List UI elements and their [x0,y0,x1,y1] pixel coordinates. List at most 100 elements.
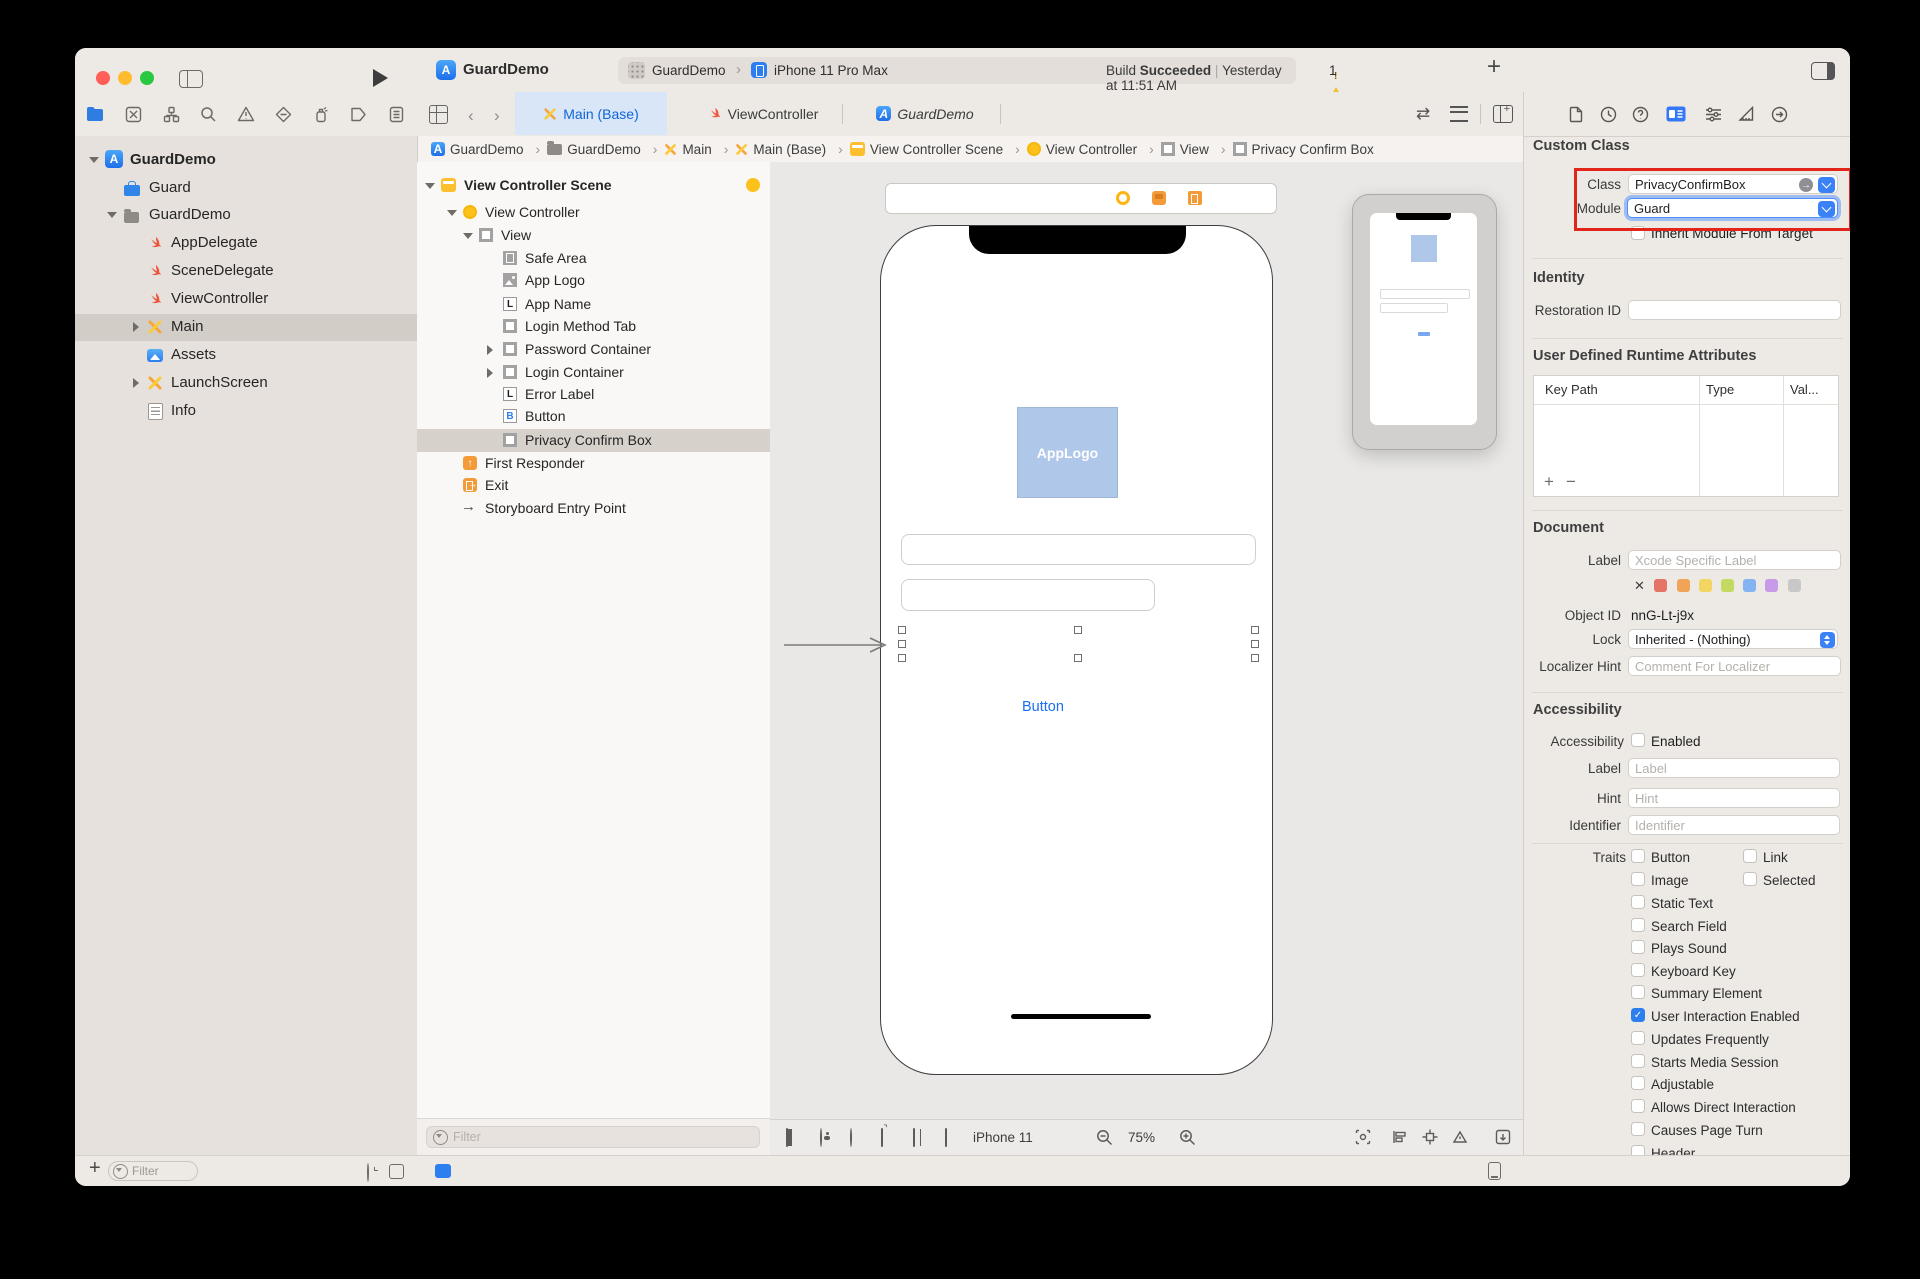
text-field-2[interactable] [901,579,1155,611]
clear-color-icon[interactable]: ✕ [1634,578,1645,594]
outline-row-app-name[interactable]: App Name [417,293,770,316]
trait-checkbox-search-field[interactable] [1631,918,1645,932]
source-control-navigator-icon[interactable] [123,104,143,124]
trait-checkbox-adjustable[interactable] [1631,1076,1645,1090]
breadcrumb-privacy-confirm-box[interactable]: Privacy Confirm Box [1232,142,1374,157]
zoom-window-button[interactable] [140,71,154,85]
outline-row-view-controller[interactable]: View Controller [417,201,770,224]
breadcrumb-group[interactable]: GuardDemo [547,140,664,157]
outline-row-login-method-tab[interactable]: Login Method Tab [417,315,770,338]
trait-checkbox-static-text[interactable] [1631,895,1645,909]
add-tab-button[interactable] [1487,53,1501,81]
color-swatch-blue[interactable] [1743,579,1756,592]
trait-checkbox-starts-media-session[interactable] [1631,1054,1645,1068]
color-swatch-red[interactable] [1654,579,1667,592]
selection-handle[interactable] [898,640,906,648]
file-row-scenedelegate[interactable]: SceneDelegate [75,258,417,285]
file-inspector-icon[interactable] [1566,104,1586,124]
disclosure-triangle[interactable] [133,378,139,388]
back-navigation-icon[interactable]: ‹ [468,106,474,126]
disclosure-triangle[interactable] [447,210,457,216]
breadcrumb-project[interactable]: GuardDemo [431,141,547,157]
color-swatch-orange[interactable] [1677,579,1690,592]
navigator-filter-field[interactable]: Filter [108,1161,198,1181]
device-preview-thumbnail[interactable] [1352,194,1497,450]
report-navigator-icon[interactable] [386,104,406,124]
trait-checkbox-summary-element[interactable] [1631,985,1645,999]
selection-handle[interactable] [1251,640,1259,648]
accessibility-preview-icon[interactable] [820,1128,822,1147]
device-bar-toggle-icon[interactable] [1488,1162,1501,1180]
trait-checkbox-button[interactable] [1631,849,1645,863]
breakpoint-navigator-icon[interactable] [348,104,368,124]
zoom-in-icon[interactable] [1179,1129,1196,1146]
file-row-main-storyboard-selected[interactable]: Main [75,314,417,341]
file-row-viewcontroller[interactable]: ViewController [75,286,417,313]
update-frames-icon[interactable] [1355,1129,1371,1145]
zoom-out-icon[interactable] [1096,1129,1113,1146]
source-control-filter-icon[interactable] [389,1164,404,1179]
close-window-button[interactable] [96,71,110,85]
selection-handle[interactable] [1074,626,1082,634]
outline-row-app-logo[interactable]: App Logo [417,269,770,292]
test-navigator-icon[interactable] [273,104,293,124]
debug-navigator-icon[interactable] [311,104,331,124]
disclosure-triangle[interactable] [425,183,435,189]
help-inspector-icon[interactable] [1630,104,1650,124]
view-controller-dock-icon[interactable] [1116,191,1130,205]
forward-navigation-icon[interactable]: › [494,106,500,126]
tab-viewcontroller[interactable]: ViewController [690,92,835,135]
accessibility-label-field[interactable]: Label [1628,758,1840,778]
run-button[interactable] [373,69,388,87]
align-icon[interactable] [1392,1129,1408,1145]
add-attribute-button[interactable]: + [1544,472,1554,492]
outline-row-first-responder[interactable]: First Responder [417,452,770,475]
add-editor-icon[interactable] [1493,103,1513,124]
outline-row-button[interactable]: Button [417,405,770,428]
minimize-window-button[interactable] [118,71,132,85]
trait-checkbox-plays-sound[interactable] [1631,940,1645,954]
selection-handle[interactable] [1074,654,1082,662]
warning-count[interactable]: 1 [1329,63,1337,78]
accessibility-hint-field[interactable]: Hint [1628,788,1840,808]
outline-row-entry-point[interactable]: Storyboard Entry Point [417,497,770,520]
lock-dropdown[interactable]: Inherited - (Nothing) [1628,629,1838,649]
add-file-button[interactable] [89,1157,101,1180]
file-row-appdelegate[interactable]: AppDelegate [75,230,417,257]
inspector-toggle-icon[interactable] [1811,62,1835,80]
outline-row-login-container[interactable]: Login Container [417,361,770,384]
tab-main-storyboard[interactable]: Main (Base) [515,92,667,135]
trait-checkbox-link[interactable] [1743,849,1757,863]
disclosure-triangle[interactable] [487,368,493,378]
outline-row-scene[interactable]: View Controller Scene [417,174,770,197]
project-navigator-icon[interactable] [85,104,105,124]
scheme-name[interactable]: GuardDemo [652,63,726,78]
runtime-attributes-table[interactable]: Key Path Type Val... + − [1533,375,1839,497]
outline-row-safe-area[interactable]: Safe Area [417,247,770,270]
run-destination-name[interactable]: iPhone 11 Pro Max [774,63,888,78]
button-label[interactable]: Button [1022,699,1064,715]
trait-checkbox-allows-direct-interaction[interactable] [1631,1099,1645,1113]
app-logo-image-view[interactable]: AppLogo [1017,407,1118,498]
identity-inspector-icon-selected[interactable] [1666,104,1686,124]
selection-handle[interactable] [1251,626,1259,634]
disclosure-triangle[interactable] [133,322,139,332]
text-field-1[interactable] [901,534,1256,565]
editor-options-icon[interactable]: ⇄ [1413,104,1433,124]
orientation-icon[interactable] [881,1128,883,1147]
lock-stepper-icon[interactable] [1820,632,1835,648]
resolve-autolayout-icon[interactable] [1452,1129,1468,1145]
selection-handle[interactable] [898,626,906,634]
file-row-guarddemo-project[interactable]: GuardDemo [75,147,417,174]
file-row-info-plist[interactable]: Info [75,398,417,425]
symbol-navigator-icon[interactable] [161,104,181,124]
issue-navigator-icon[interactable] [236,104,256,124]
tab-guarddemo-project[interactable]: GuardDemo [865,92,985,135]
remove-attribute-button[interactable]: − [1566,472,1576,492]
breadcrumb-scene[interactable]: View Controller Scene [849,141,1027,157]
color-swatch-yellow[interactable] [1699,579,1712,592]
trait-checkbox-image[interactable] [1631,872,1645,886]
disclosure-triangle[interactable] [89,157,99,163]
accessibility-enabled-checkbox[interactable] [1631,733,1645,747]
disclosure-triangle[interactable] [487,345,493,355]
